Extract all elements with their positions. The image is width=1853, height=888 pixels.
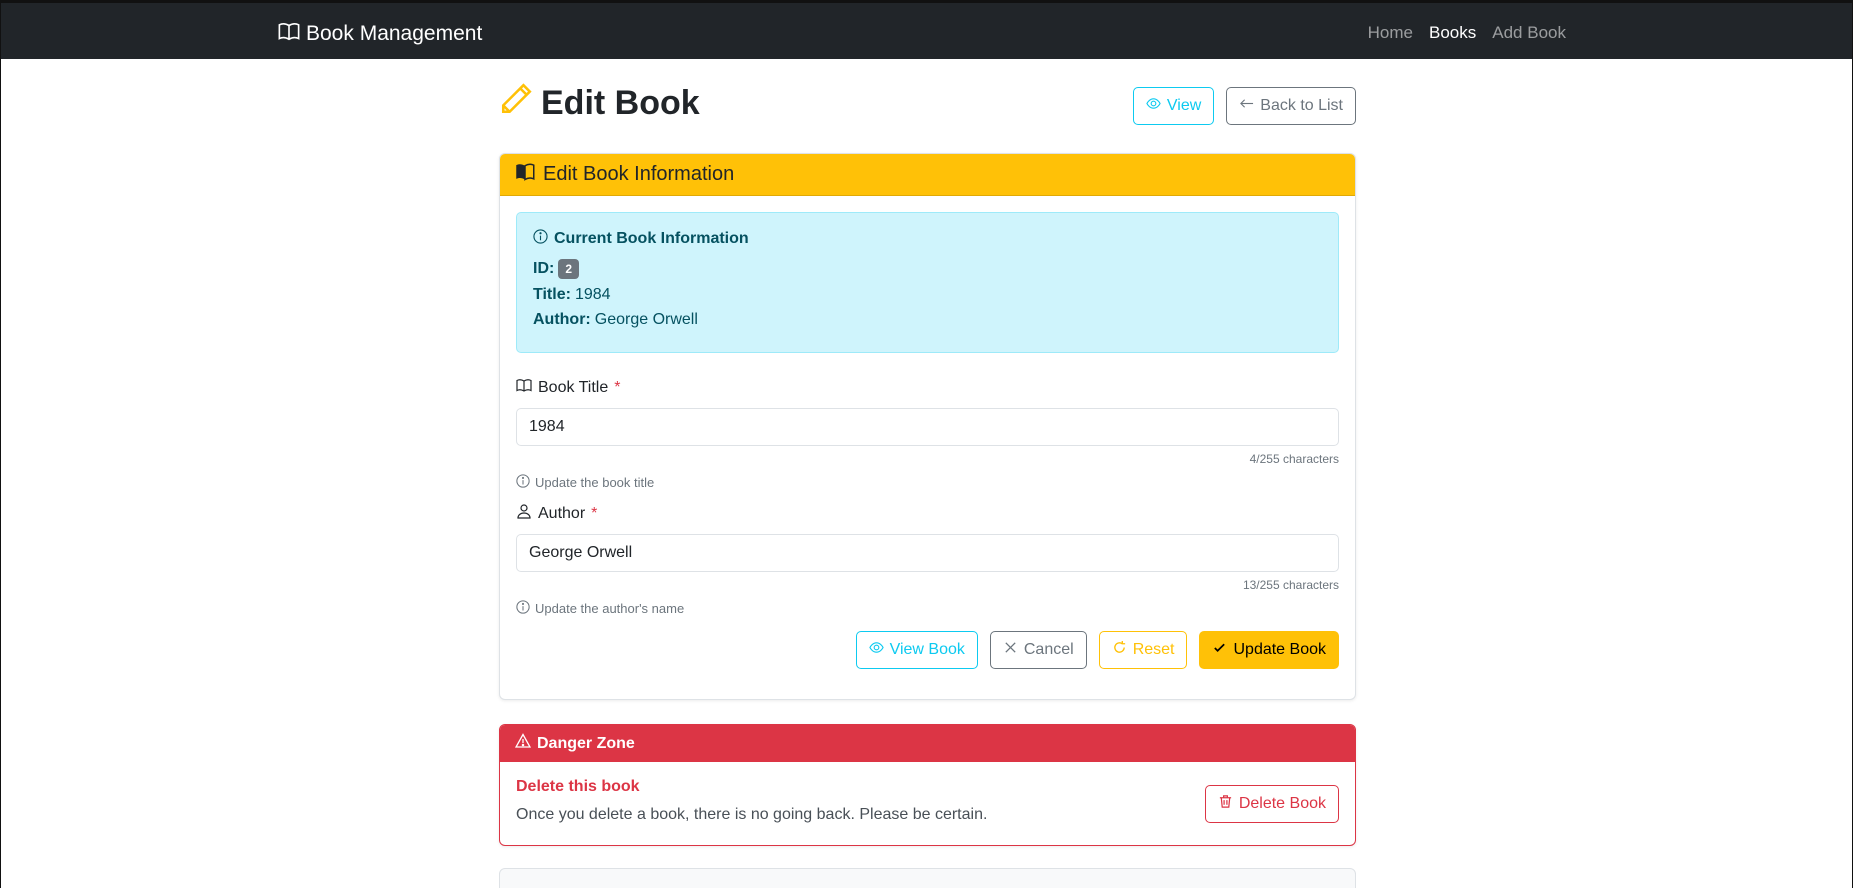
header-actions: View Back to List <box>1132 87 1356 125</box>
author-label: Author * <box>516 503 1339 524</box>
reset-label: Reset <box>1132 641 1175 658</box>
info-id-line: ID: 2 <box>533 259 1322 279</box>
refresh-icon <box>1112 640 1127 660</box>
author-group: Author * 13/255 characters Update the au… <box>516 503 1339 617</box>
book-title-label-text: Book Title <box>538 378 609 396</box>
eye-icon <box>868 640 884 660</box>
book-icon <box>278 20 300 48</box>
nav-link-home[interactable]: Home <box>1368 23 1413 43</box>
info-circle-icon <box>516 600 530 617</box>
main-container: Edit Book View Back to List Edit Book In… <box>499 59 1356 846</box>
author-input[interactable] <box>516 534 1339 572</box>
book-icon <box>516 377 532 398</box>
page-title-text: Edit Book <box>541 84 700 122</box>
x-icon <box>1003 640 1018 660</box>
danger-zone-card: Danger Zone Delete this book Once you de… <box>499 724 1356 846</box>
current-info-alert: Current Book Information ID: 2 Title: 19… <box>516 212 1339 353</box>
check-icon <box>1212 640 1227 660</box>
id-badge: 2 <box>558 259 580 279</box>
view-button[interactable]: View <box>1132 87 1215 125</box>
book-title-group: Book Title * 4/255 characters Update the… <box>516 377 1339 491</box>
person-icon <box>516 503 532 524</box>
title-value: 1984 <box>574 286 611 303</box>
trash-icon <box>1218 794 1233 814</box>
cancel-button[interactable]: Cancel <box>989 631 1087 669</box>
page-header: Edit Book View Back to List <box>499 59 1356 153</box>
edit-card-body: Current Book Information ID: 2 Title: 19… <box>500 196 1355 685</box>
nav-link-add-book[interactable]: Add Book <box>1492 23 1566 43</box>
info-circle-icon <box>533 229 548 249</box>
page-title: Edit Book <box>499 82 700 125</box>
book-half-icon <box>515 162 535 188</box>
required-mark: * <box>614 378 621 396</box>
nav-link-books[interactable]: Books <box>1429 23 1476 43</box>
author-label: Author: <box>533 311 591 328</box>
book-title-help: Update the book title <box>516 474 1339 491</box>
warning-triangle-icon <box>514 733 532 754</box>
danger-zone-header: Danger Zone <box>500 725 1355 762</box>
view-book-button[interactable]: View Book <box>855 631 978 669</box>
title-label: Title: <box>533 286 571 303</box>
pencil-icon <box>499 82 533 125</box>
reset-button[interactable]: Reset <box>1098 631 1188 669</box>
view-button-label: View <box>1166 97 1202 114</box>
eye-icon <box>1146 96 1161 116</box>
view-book-label: View Book <box>889 641 965 658</box>
edit-book-card: Edit Book Information Current Book Infor… <box>499 153 1356 700</box>
current-info-title-text: Current Book Information <box>554 230 749 247</box>
current-info-title: Current Book Information <box>533 229 1322 249</box>
delete-book-label: Delete Book <box>1238 795 1326 812</box>
back-to-list-button[interactable]: Back to List <box>1226 87 1356 125</box>
author-char-count: 13/255 characters <box>1242 578 1339 592</box>
author-value: George Orwell <box>594 311 698 328</box>
nav-links: Home Books Add Book <box>1368 23 1566 43</box>
back-button-label: Back to List <box>1260 97 1343 114</box>
required-mark: * <box>591 504 598 522</box>
book-title-help-text: Update the book title <box>535 475 655 490</box>
author-label-text: Author <box>538 504 586 522</box>
update-book-button[interactable]: Update Book <box>1199 631 1339 669</box>
id-label: ID: <box>533 260 555 277</box>
info-title-line: Title: 1984 <box>533 286 1322 304</box>
update-book-label: Update Book <box>1233 641 1326 658</box>
danger-zone-header-text: Danger Zone <box>537 734 635 752</box>
form-actions: View Book Cancel Reset Update Book <box>516 631 1339 669</box>
book-title-label: Book Title * <box>516 377 1339 398</box>
book-title-char-count: 4/255 characters <box>1249 452 1339 466</box>
author-help: Update the author's name <box>516 600 1339 617</box>
author-help-text: Update the author's name <box>535 601 685 616</box>
cancel-label: Cancel <box>1023 641 1074 658</box>
info-author-line: Author: George Orwell <box>533 311 1322 329</box>
danger-zone-body: Delete this book Once you delete a book,… <box>500 762 1355 840</box>
edit-card-header-text: Edit Book Information <box>543 163 735 185</box>
info-circle-icon <box>516 474 530 491</box>
arrow-left-icon <box>1239 96 1254 116</box>
edit-card-header: Edit Book Information <box>500 154 1355 196</box>
navbar-brand[interactable]: Book Management <box>278 20 482 48</box>
next-card <box>499 868 1356 888</box>
delete-book-button[interactable]: Delete Book <box>1204 785 1339 823</box>
navbar: Book Management Home Books Add Book <box>1 0 1852 59</box>
book-title-input[interactable] <box>516 408 1339 446</box>
brand-label: Book Management <box>306 22 483 45</box>
